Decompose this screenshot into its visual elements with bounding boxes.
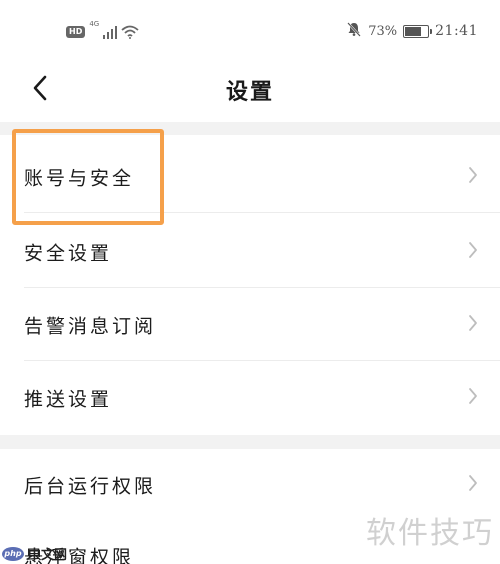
settings-item-label: 推送设置	[24, 388, 113, 411]
status-right: 73% 21:41	[346, 20, 478, 42]
page-title: 设置	[225, 80, 274, 105]
status-bar: HD 4G 73% 21:41	[0, 0, 500, 60]
settings-item-push-settings[interactable]: 推送设置	[0, 362, 500, 434]
watermark-label: 中文网	[28, 548, 68, 563]
settings-item-alert-subscription[interactable]: 告警消息订阅	[0, 289, 500, 361]
hd-icon: HD	[66, 26, 86, 38]
watermark-text: 软件技巧	[366, 516, 494, 551]
chevron-right-icon	[468, 474, 478, 496]
settings-item-label: 安全设置	[24, 242, 113, 265]
divider	[24, 287, 500, 288]
chevron-right-icon	[468, 387, 478, 409]
settings-item-security-settings[interactable]: 安全设置	[0, 216, 500, 288]
watermark-logo: php 中文网	[2, 544, 67, 563]
settings-item-label: 账号与安全	[24, 167, 135, 190]
settings-item-label: 后台运行权限	[24, 475, 157, 498]
signal-icon	[103, 25, 118, 39]
settings-item-label: 告警消息订阅	[24, 315, 157, 338]
network-type-label: 4G	[89, 20, 100, 28]
chevron-right-icon	[468, 166, 478, 188]
section-divider	[0, 435, 500, 449]
battery-fill	[405, 26, 422, 36]
php-logo-icon: php	[2, 546, 24, 561]
chevron-right-icon	[468, 314, 478, 336]
settings-item-account-security[interactable]: 账号与安全	[0, 141, 500, 213]
wifi-icon	[121, 25, 139, 39]
chevron-right-icon	[468, 241, 478, 263]
divider	[24, 212, 500, 213]
status-left: HD 4G	[66, 20, 139, 42]
battery-percent: 73%	[368, 23, 398, 39]
clock: 21:41	[435, 23, 478, 39]
section-divider	[0, 122, 500, 135]
mute-bell-icon	[346, 21, 362, 41]
title-bar: 设置	[0, 60, 500, 122]
battery-icon	[403, 24, 433, 38]
divider	[24, 360, 500, 361]
